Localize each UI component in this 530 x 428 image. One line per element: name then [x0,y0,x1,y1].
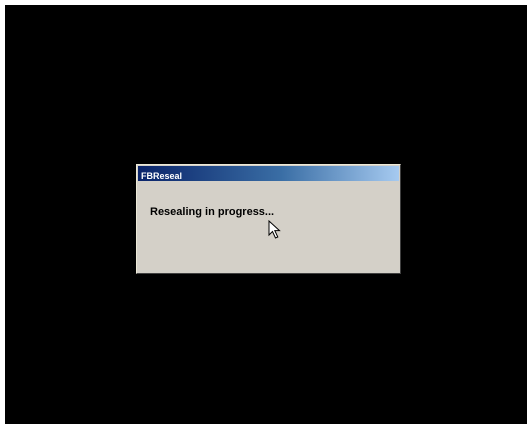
mouse-pointer-icon [268,220,281,239]
dialog-titlebar[interactable]: FBReseal [138,166,399,181]
status-message: Resealing in progress... [150,206,275,218]
fbreseal-dialog: FBReseal Resealing in progress... [136,164,401,274]
dialog-title: FBReseal [141,171,183,181]
